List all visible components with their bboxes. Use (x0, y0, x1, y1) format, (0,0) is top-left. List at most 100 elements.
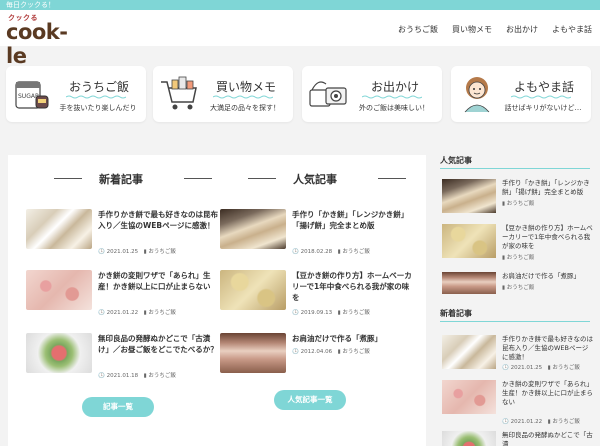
post-title[interactable]: かき餅の変則ワザで「あられ」生産！かき餅以上に口が止まらない (98, 270, 218, 292)
sidebar-post[interactable]: かき餅の変則ワザで「あられ」生産！かき餅以上に口が止まらない 🕓 2021.01… (442, 380, 594, 425)
sidebar-post[interactable]: 手作り「かき餅」「レンジかき餅」「揚げ餅」完全まとめ版 ▮ おうちご飯 (442, 179, 594, 219)
post-thumbnail[interactable] (26, 270, 92, 310)
sidebar-post-title[interactable]: 手作りかき餅で最も好きなのは昆布入り／生協のWEBページに感激！ (502, 335, 594, 362)
post-date: 2012.04.06 (300, 349, 333, 355)
new-posts-list-button[interactable]: 記事一覧 (82, 397, 154, 417)
post-card[interactable]: お肩油だけで作る「煮豚」 🕓 2012.04.06 ▮ おうちご飯 (220, 333, 420, 383)
category-card-outing[interactable]: お出かけ 外のご飯は美味しい！ (302, 66, 442, 122)
main-content: 新着記事 手作りかき餅で最も好きなのは昆布入り／生協のWEBページに感激！ 🕓 … (8, 155, 426, 446)
sidebar-post-thumbnail[interactable] (442, 179, 496, 213)
post-category[interactable]: おうちご飯 (148, 249, 176, 255)
category-title: 買い物メモ (215, 80, 276, 94)
post-card[interactable]: かき餅の変則ワザで「あられ」生産！かき餅以上に口が止まらない 🕓 2021.01… (26, 270, 226, 320)
category-subtitle: 話せばキリがないけど… (504, 104, 582, 112)
category-subtitle: 大満足の品々を探す！ (210, 104, 280, 112)
post-meta: 🕓 2012.04.06 ▮ おうちご飯 (292, 349, 370, 355)
sidebar-post-date: 2021.01.22 (510, 419, 543, 425)
post-title[interactable]: 【豆かき餅の作り方】ホームベーカリーで1年中食べられる我が家の味を (292, 270, 412, 303)
woman-avatar-icon (464, 77, 490, 113)
post-card[interactable]: 無印良品の発酵ぬかどこで「古漬け」／お昼ご飯をどこでたべるか？ 🕓 2021.0… (26, 333, 226, 383)
wave-divider (213, 95, 273, 99)
post-category[interactable]: おうちご飯 (342, 349, 370, 355)
sidebar-post-category[interactable]: ▮ おうちご飯 (502, 253, 534, 261)
heading-rule (378, 178, 406, 179)
category-subtitle: 外のご飯は美味しい！ (359, 104, 429, 112)
sidebar-post-title[interactable]: かき餅の変則ワザで「あられ」生産！かき餅以上に口が止まらない (502, 380, 594, 407)
sidebar-post-category-text: おうちご飯 (506, 201, 535, 207)
sidebar-post[interactable]: 【豆かき餅の作り方】ホームベーカリーで1年中食べられる我が家の味を ▮ おうちご… (442, 224, 594, 264)
sidebar-post-category[interactable]: ▮ おうちご飯 (502, 283, 534, 291)
shopping-cart-icon (161, 76, 197, 110)
popular-posts-heading-text: 人気記事 (293, 173, 337, 186)
category-card-home-cooking[interactable]: SUGAR おうちご飯 手を抜いたり楽しんだり (6, 66, 146, 122)
category-title: よもやま話 (513, 80, 574, 94)
sidebar-post-category-text: おうちご飯 (506, 285, 535, 291)
category-cards: SUGAR おうちご飯 手を抜いたり楽しんだり 買い物メモ 大満足の品々を探す！ (0, 56, 600, 126)
post-date: 2019.09.13 (300, 310, 333, 316)
top-announcement-bar: 毎日クックる！ (0, 0, 600, 10)
post-date: 2021.01.22 (106, 310, 139, 316)
sidebar-post-title[interactable]: お肩油だけで作る「煮豚」 (502, 272, 594, 281)
category-card-chat[interactable]: よもやま話 話せばキリがないけど… (451, 66, 591, 122)
post-card[interactable]: 【豆かき餅の作り方】ホームベーカリーで1年中食べられる我が家の味を 🕓 2019… (220, 270, 420, 320)
sidebar: 人気記事 手作り「かき餅」「レンジかき餅」「揚げ餅」完全まとめ版 ▮ おうちご飯… (438, 155, 594, 446)
post-thumbnail[interactable] (220, 270, 286, 310)
post-title[interactable]: 手作り「かき餅」「レンジかき餅」「揚げ餅」完全まとめ版 (292, 209, 412, 231)
sidebar-post-title[interactable]: 手作り「かき餅」「レンジかき餅」「揚げ餅」完全まとめ版 (502, 179, 594, 197)
post-thumbnail[interactable] (26, 333, 92, 373)
sidebar-post-title[interactable]: 無印良品の発酵ぬかどこで「古漬 (502, 431, 594, 446)
wave-divider (362, 95, 422, 99)
post-meta: 🕓 2021.01.22 ▮ おうちご飯 (98, 310, 176, 316)
sidebar-heading-rule (440, 321, 590, 322)
post-category[interactable]: おうちご飯 (148, 310, 176, 316)
sidebar-post-thumbnail[interactable] (442, 431, 496, 446)
sidebar-heading-rule (440, 168, 590, 169)
sidebar-post-category[interactable]: ▮ おうちご飯 (502, 199, 534, 207)
sidebar-popular-heading: 人気記事 (440, 156, 472, 165)
post-thumbnail[interactable] (220, 209, 286, 249)
post-meta: 🕓 2021.01.25 ▮ おうちご飯 (98, 249, 176, 255)
wave-divider (66, 95, 126, 99)
sidebar-post[interactable]: お肩油だけで作る「煮豚」 ▮ おうちご飯 (442, 272, 594, 312)
sidebar-post-title[interactable]: 【豆かき餅の作り方】ホームベーカリーで1年中食べられる我が家の味を (502, 224, 594, 251)
new-posts-heading-text: 新着記事 (99, 173, 143, 186)
sidebar-post-thumbnail[interactable] (442, 335, 496, 369)
nav-item-home-cooking[interactable]: おうちご飯 (398, 24, 438, 35)
post-meta: 🕓 2018.02.28 ▮ おうちご飯 (292, 249, 370, 255)
popular-posts-heading: 人気記事 (220, 171, 410, 186)
post-thumbnail[interactable] (220, 333, 286, 373)
camera-bag-icon (309, 81, 347, 107)
post-title[interactable]: お肩油だけで作る「煮豚」 (292, 333, 412, 344)
sidebar-post-thumbnail[interactable] (442, 224, 496, 258)
post-date: 2021.01.25 (106, 249, 139, 255)
nav-item-chat[interactable]: よもやま話 (552, 24, 592, 35)
nav-item-outing[interactable]: お出かけ (506, 24, 538, 35)
sidebar-post[interactable]: 無印良品の発酵ぬかどこで「古漬 (442, 431, 594, 446)
sidebar-post-meta: 🕓 2021.01.22 ▮ おうちご飯 (502, 419, 580, 425)
post-category[interactable]: おうちご飯 (148, 373, 176, 379)
post-category[interactable]: おうちご飯 (342, 310, 370, 316)
sidebar-post-thumbnail[interactable] (442, 272, 496, 294)
nav-item-shopping-memo[interactable]: 買い物メモ (452, 24, 492, 35)
popular-posts-list-button[interactable]: 人気記事一覧 (274, 390, 346, 410)
new-posts-heading: 新着記事 (26, 171, 216, 186)
sidebar-post-date: 2021.01.25 (510, 365, 543, 371)
post-card[interactable]: 手作りかき餅で最も好きなのは昆布入り／生協のWEBページに感激！ 🕓 2021.… (26, 209, 226, 259)
category-card-shopping-memo[interactable]: 買い物メモ 大満足の品々を探す！ (153, 66, 293, 122)
sidebar-post-category-text[interactable]: おうちご飯 (552, 365, 580, 371)
sidebar-post-category-text[interactable]: おうちご飯 (552, 419, 580, 425)
sidebar-post[interactable]: 手作りかき餅で最も好きなのは昆布入り／生協のWEBページに感激！ 🕓 2021.… (442, 335, 594, 375)
post-category[interactable]: おうちご飯 (342, 249, 370, 255)
wave-divider (511, 95, 571, 99)
post-title[interactable]: 無印良品の発酵ぬかどこで「古漬け」／お昼ご飯をどこでたべるか？ (98, 333, 218, 355)
jar-icon: SUGAR (15, 81, 49, 109)
sidebar-post-meta: 🕓 2021.01.25 ▮ おうちご飯 (502, 365, 580, 371)
post-thumbnail[interactable] (26, 209, 92, 249)
sidebar-post-thumbnail[interactable] (442, 380, 496, 414)
sidebar-new-heading: 新着記事 (440, 309, 472, 318)
post-title[interactable]: 手作りかき餅で最も好きなのは昆布入り／生協のWEBページに感激！ (98, 209, 218, 231)
post-card[interactable]: 手作り「かき餅」「レンジかき餅」「揚げ餅」完全まとめ版 🕓 2018.02.28… (220, 209, 420, 259)
sidebar-post-category-text: おうちご飯 (506, 255, 535, 261)
post-date: 2018.02.28 (300, 249, 333, 255)
site-logo[interactable]: クックる cook-le (6, 13, 86, 68)
